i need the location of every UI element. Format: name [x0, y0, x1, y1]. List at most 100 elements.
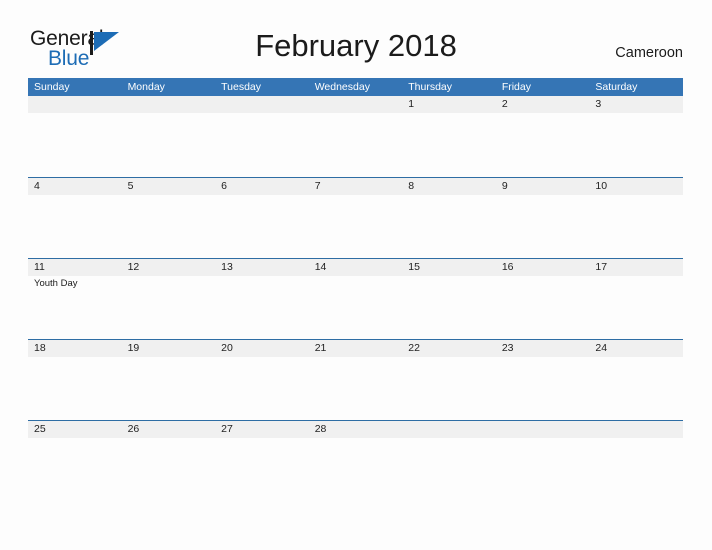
- week-date-band: 123: [28, 96, 683, 113]
- day-number[interactable]: 9: [496, 178, 590, 195]
- day-cell[interactable]: [122, 276, 216, 338]
- day-cell[interactable]: [589, 276, 683, 338]
- week-event-band: [28, 113, 683, 175]
- weekday-header-friday: Friday: [501, 81, 531, 93]
- calendar-weeks: 1 2 3 4 5 6 7 8 9 10 11 12 13 14 15 16 17 Youth Day 18 19 20…: [28, 96, 683, 501]
- weekday-header-sunday: Sunday: [34, 81, 70, 93]
- day-number[interactable]: 16: [496, 259, 590, 276]
- day-cell[interactable]: [496, 195, 590, 257]
- day-number[interactable]: 19: [122, 340, 216, 357]
- country-label: Cameroon: [615, 45, 683, 61]
- day-cell[interactable]: [28, 438, 122, 500]
- day-number[interactable]: 15: [402, 259, 496, 276]
- day-number-empty: [28, 96, 122, 113]
- weekday-header-thursday: Thursday: [408, 81, 453, 93]
- day-cell: [496, 438, 590, 500]
- day-number-empty: [122, 96, 216, 113]
- day-number[interactable]: 25: [28, 421, 122, 438]
- calendar-week-row: 4 5 6 7 8 9 10: [28, 177, 683, 258]
- day-cell[interactable]: [309, 276, 403, 338]
- calendar-week-row: 25 26 27 28: [28, 420, 683, 501]
- day-number[interactable]: 14: [309, 259, 403, 276]
- week-event-band: [28, 195, 683, 257]
- weekday-header-saturday: Saturday: [595, 81, 638, 93]
- day-number[interactable]: 17: [589, 259, 683, 276]
- day-cell: [215, 113, 309, 175]
- day-cell[interactable]: [215, 276, 309, 338]
- day-cell: [589, 438, 683, 500]
- day-number[interactable]: 4: [28, 178, 122, 195]
- day-cell[interactable]: [28, 195, 122, 257]
- day-cell[interactable]: [589, 195, 683, 257]
- day-number[interactable]: 20: [215, 340, 309, 357]
- day-cell: [309, 113, 403, 175]
- day-number[interactable]: 2: [496, 96, 590, 113]
- day-cell[interactable]: [402, 195, 496, 257]
- day-number[interactable]: 23: [496, 340, 590, 357]
- day-cell: [122, 113, 216, 175]
- weekday-header-monday: Monday: [127, 81, 165, 93]
- day-number-empty: [215, 96, 309, 113]
- day-cell[interactable]: [215, 195, 309, 257]
- day-number[interactable]: 8: [402, 178, 496, 195]
- day-cell[interactable]: Youth Day: [28, 276, 122, 338]
- day-cell: [402, 438, 496, 500]
- page-header: General Blue February 2018 Cameroon: [0, 0, 712, 78]
- day-number-empty: [589, 421, 683, 438]
- week-event-band: [28, 357, 683, 419]
- week-date-band: 25 26 27 28: [28, 421, 683, 438]
- holiday-label: Youth Day: [34, 278, 78, 289]
- day-cell[interactable]: [215, 438, 309, 500]
- weekday-header-row: Sunday Monday Tuesday Wednesday Thursday…: [28, 78, 683, 96]
- day-cell[interactable]: [589, 113, 683, 175]
- week-date-band: 4 5 6 7 8 9 10: [28, 178, 683, 195]
- page-title: February 2018: [255, 28, 457, 63]
- day-cell[interactable]: [496, 357, 590, 419]
- day-number[interactable]: 28: [309, 421, 403, 438]
- day-number[interactable]: 10: [589, 178, 683, 195]
- week-date-band: 11 12 13 14 15 16 17: [28, 259, 683, 276]
- day-number-empty: [402, 421, 496, 438]
- day-number[interactable]: 13: [215, 259, 309, 276]
- day-number[interactable]: 5: [122, 178, 216, 195]
- day-cell[interactable]: [122, 438, 216, 500]
- calendar-week-row: 11 12 13 14 15 16 17 Youth Day: [28, 258, 683, 339]
- day-cell[interactable]: [496, 276, 590, 338]
- calendar-grid: Sunday Monday Tuesday Wednesday Thursday…: [28, 78, 683, 501]
- day-cell[interactable]: [402, 113, 496, 175]
- day-cell[interactable]: [28, 357, 122, 419]
- day-cell[interactable]: [402, 276, 496, 338]
- day-cell: [28, 113, 122, 175]
- day-cell[interactable]: [122, 195, 216, 257]
- day-cell[interactable]: [309, 438, 403, 500]
- day-number[interactable]: 26: [122, 421, 216, 438]
- day-number[interactable]: 12: [122, 259, 216, 276]
- day-number[interactable]: 6: [215, 178, 309, 195]
- weekday-header-wednesday: Wednesday: [314, 81, 370, 93]
- day-number[interactable]: 11: [28, 259, 122, 276]
- day-cell[interactable]: [402, 357, 496, 419]
- day-number[interactable]: 1: [402, 96, 496, 113]
- day-number[interactable]: 21: [309, 340, 403, 357]
- day-number[interactable]: 7: [309, 178, 403, 195]
- day-cell[interactable]: [309, 357, 403, 419]
- week-event-band: [28, 438, 683, 500]
- day-number[interactable]: 22: [402, 340, 496, 357]
- day-number[interactable]: 27: [215, 421, 309, 438]
- weekday-header-tuesday: Tuesday: [221, 81, 262, 93]
- day-number-empty: [496, 421, 590, 438]
- calendar-week-row: 18 19 20 21 22 23 24: [28, 339, 683, 420]
- day-number[interactable]: 24: [589, 340, 683, 357]
- day-cell[interactable]: [122, 357, 216, 419]
- calendar-week-row: 123: [28, 96, 683, 177]
- day-number[interactable]: 3: [589, 96, 683, 113]
- day-number[interactable]: 18: [28, 340, 122, 357]
- day-number-empty: [309, 96, 403, 113]
- week-date-band: 18 19 20 21 22 23 24: [28, 340, 683, 357]
- day-cell[interactable]: [309, 195, 403, 257]
- day-cell[interactable]: [496, 113, 590, 175]
- calendar-page: General Blue February 2018 Cameroon Sund…: [0, 0, 712, 550]
- day-cell[interactable]: [589, 357, 683, 419]
- week-event-band: Youth Day: [28, 276, 683, 338]
- day-cell[interactable]: [215, 357, 309, 419]
